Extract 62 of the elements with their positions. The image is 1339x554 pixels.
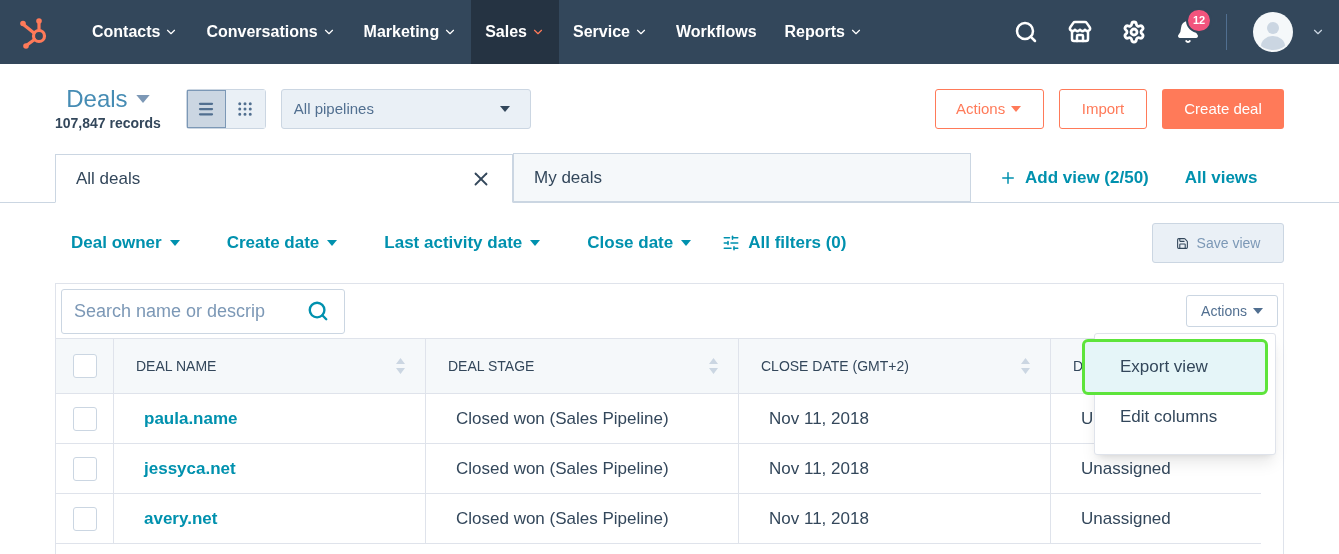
view-tab[interactable]: All deals (55, 154, 513, 203)
caret-icon (530, 240, 541, 246)
nav-menu-item[interactable]: Workflows (661, 0, 771, 64)
marketplace-icon[interactable] (1068, 20, 1092, 44)
checkbox[interactable] (72, 406, 97, 431)
filter-dropdown[interactable]: Create date (210, 230, 354, 256)
table-cell-text: Nov 11, 2018 (769, 457, 869, 480)
grid-icon (236, 100, 255, 118)
add-view-link[interactable]: Add view (2/50) (999, 165, 1149, 191)
nav-menu-item[interactable]: Reports (770, 0, 877, 64)
deal-link[interactable]: avery.net (144, 505, 218, 532)
checkbox[interactable] (72, 456, 97, 481)
all-views-link[interactable]: All views (1184, 165, 1258, 191)
pipeline-select[interactable]: All pipelines (280, 89, 531, 129)
deal-link[interactable]: paula.name (144, 405, 238, 432)
search-icon[interactable] (1014, 20, 1038, 44)
filter-icon (722, 234, 741, 252)
deals-title-dropdown[interactable]: Deals (66, 84, 150, 113)
filter-dropdown[interactable]: Last activity date (368, 230, 557, 256)
table-cell-text: Closed won (Sales Pipeline) (456, 507, 669, 530)
avatar-icon[interactable] (1253, 12, 1293, 52)
nav-menu-item[interactable]: Contacts (78, 0, 193, 64)
caret-icon (135, 94, 150, 103)
search-field[interactable]: Search name or descrip (61, 288, 345, 334)
table-cell-text: U (1081, 407, 1094, 430)
list-view-button[interactable] (186, 90, 226, 128)
table-cell-text: Closed won (Sales Pipeline) (456, 407, 669, 430)
table-cell-text: Closed won (Sales Pipeline) (456, 457, 669, 480)
filter-dropdown[interactable]: Deal owner (55, 230, 196, 256)
view-tab[interactable]: My deals (513, 153, 971, 202)
notification-badge: 12 (1186, 8, 1213, 33)
caret-icon (499, 106, 510, 112)
list-icon (197, 100, 216, 118)
menu-item[interactable]: Edit columns (1095, 392, 1275, 442)
save-icon (1175, 236, 1189, 250)
column-header[interactable]: D (1073, 355, 1084, 377)
menu-item[interactable]: Export view (1085, 342, 1265, 392)
record-count: 107,847 records (55, 113, 161, 133)
table-actions-button[interactable]: Actions (1186, 295, 1278, 327)
nav-menu-item[interactable]: Conversations (192, 0, 350, 64)
all-filters-button[interactable]: All filters (0) (722, 230, 847, 256)
plus-icon (999, 169, 1017, 187)
checkbox[interactable] (72, 506, 97, 531)
table-cell-text: Nov 11, 2018 (769, 407, 869, 430)
nav-menu-item[interactable]: Sales (471, 0, 559, 64)
caret-icon (327, 240, 338, 246)
column-header[interactable]: CLOSE DATE (GMT+2) (761, 355, 909, 377)
checkbox[interactable] (72, 354, 97, 378)
nav-menu-item[interactable]: Marketing (349, 0, 472, 64)
caret-icon (169, 240, 180, 246)
table-cell-text: Unassigned (1081, 507, 1171, 530)
filter-dropdown[interactable]: Close date (571, 230, 708, 256)
deal-link[interactable]: jessyca.net (144, 455, 236, 482)
settings-icon[interactable] (1122, 20, 1146, 44)
board-view-button[interactable] (225, 90, 265, 128)
nav-menu-item[interactable]: Service (559, 0, 662, 64)
caret-icon (1253, 308, 1263, 314)
table-cell-text: Unassigned (1081, 457, 1171, 480)
column-header[interactable]: DEAL STAGE (448, 355, 535, 377)
column-header[interactable]: DEAL NAME (136, 355, 217, 377)
caret-icon (681, 240, 692, 246)
table-cell-text: Nov 11, 2018 (769, 507, 869, 530)
